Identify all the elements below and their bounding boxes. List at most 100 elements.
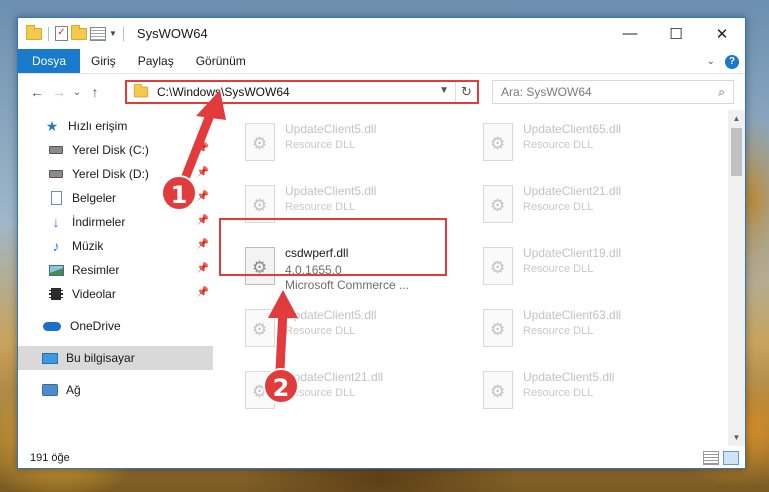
network-icon [42, 383, 58, 397]
expand-ribbon-chevron-icon[interactable]: ⌄ [707, 56, 715, 67]
help-icon[interactable]: ? [725, 54, 739, 69]
file-name: UpdateClient19.dll [523, 246, 622, 260]
tab-file[interactable]: Dosya [18, 49, 81, 73]
dll-file-icon [483, 247, 513, 285]
item-count: 191 öğe [30, 452, 70, 464]
sidebar-item-network[interactable]: Ağ [18, 378, 213, 402]
file-name: UpdateClient21.dll [285, 370, 384, 384]
properties-icon[interactable] [90, 26, 106, 41]
file-description: Resource DLL [285, 139, 356, 151]
toolbar-separator [122, 26, 124, 41]
sidebar-item-downloads[interactable]: ↓ İndirmeler 📌 [18, 210, 213, 234]
address-bar[interactable]: C:\Windows\SysWOW64 ▼ ↻ [125, 80, 479, 104]
status-bar: 191 öğe [18, 446, 745, 468]
folder-icon [26, 24, 42, 40]
search-input[interactable]: Ara: SysWOW64 ⌕ [492, 80, 734, 104]
sidebar-item-label: Ağ [66, 383, 81, 397]
view-toggle [703, 451, 739, 465]
dll-file-icon [483, 309, 513, 347]
toolbar-separator [48, 26, 49, 41]
ribbon-tabs: Dosya Giriş Paylaş Görünüm ⌄ ? [18, 49, 745, 74]
sidebar-item-label: Yerel Disk (C:) [72, 143, 149, 157]
tab-home[interactable]: Giriş [80, 49, 127, 73]
customize-toolbar-arrow-icon[interactable]: ▼ [109, 29, 117, 38]
pin-icon[interactable]: 📌 [197, 167, 209, 178]
sidebar-item-label: İndirmeler [72, 215, 126, 229]
file-name: UpdateClient5.dll [523, 370, 615, 384]
pin-icon[interactable]: 📌 [197, 143, 209, 154]
back-button[interactable]: ← [26, 84, 48, 100]
this-pc-icon [42, 351, 58, 365]
sidebar-item-videos[interactable]: Videolar 📌 [18, 282, 213, 306]
file-tile[interactable]: UpdateClient5.dll Resource DLL [235, 114, 459, 172]
recent-locations-button[interactable]: ⌄ [70, 87, 84, 98]
vertical-scrollbar[interactable]: ▲ ▼ [728, 110, 745, 446]
file-description: Resource DLL [285, 325, 356, 337]
file-description: Resource DLL [523, 139, 594, 151]
scrollbar-thumb[interactable] [731, 128, 742, 176]
file-tile[interactable]: UpdateClient5.dll Resource DLL [235, 300, 459, 358]
properties-check-icon[interactable]: ✓ [55, 26, 68, 41]
onedrive-icon [42, 319, 62, 333]
pin-icon[interactable]: 📌 [197, 263, 209, 274]
sidebar-item-onedrive[interactable]: OneDrive [18, 314, 213, 338]
sidebar-item-label: Bu bilgisayar [66, 351, 135, 365]
folder-icon [133, 83, 149, 98]
dll-file-icon [483, 123, 513, 161]
address-path[interactable]: C:\Windows\SysWOW64 [157, 85, 290, 99]
step-badge-1: 1 [161, 175, 197, 211]
ribbon-right-controls: ⌄ ? [707, 49, 739, 74]
sidebar-item-music[interactable]: ♪ Müzik 📌 [18, 234, 213, 258]
close-button[interactable]: ✕ [699, 18, 745, 49]
music-icon: ♪ [52, 238, 60, 254]
sidebar-item-label: Müzik [72, 239, 104, 253]
address-dropdown-icon[interactable]: ▼ [439, 85, 449, 96]
sidebar-item-this-pc[interactable]: Bu bilgisayar [18, 346, 213, 370]
window-title: SysWOW64 [136, 26, 208, 41]
pin-icon[interactable]: 📌 [197, 239, 209, 250]
sidebar-item-label: Resimler [72, 263, 120, 277]
minimize-button[interactable]: — [607, 18, 653, 49]
documents-icon [48, 191, 64, 205]
file-tile[interactable]: UpdateClient21.dll Resource DLL [473, 176, 697, 234]
window-controls: — ☐ ✕ [607, 18, 745, 49]
navigation-pane: ★ Hızlı erişim Yerel Disk (C:) 📌 Yerel D… [18, 110, 213, 446]
scroll-up-arrow-icon[interactable]: ▲ [728, 110, 745, 127]
tab-share[interactable]: Paylaş [127, 49, 185, 73]
tab-view[interactable]: Görünüm [185, 49, 257, 73]
file-description: Resource DLL [523, 263, 594, 275]
up-button[interactable]: ↑ [84, 84, 106, 100]
file-name: UpdateClient5.dll [285, 184, 377, 198]
file-company: Microsoft Commerce ... [285, 278, 410, 292]
forward-button[interactable]: → [48, 84, 70, 100]
file-description: Resource DLL [523, 201, 594, 213]
dll-file-icon [245, 123, 275, 161]
sidebar-item-quick-access[interactable]: ★ Hızlı erişim [18, 114, 213, 138]
downloads-icon: ↓ [52, 214, 60, 230]
file-tile[interactable]: UpdateClient65.dll Resource DLL [473, 114, 697, 172]
pin-icon[interactable]: 📌 [197, 215, 209, 226]
refresh-button[interactable]: ↻ [455, 82, 477, 102]
new-folder-icon[interactable] [71, 24, 87, 40]
dll-file-icon [483, 371, 513, 409]
pin-icon[interactable]: 📌 [197, 191, 209, 202]
search-icon[interactable]: ⌕ [718, 85, 725, 100]
file-description: Resource DLL [523, 325, 594, 337]
details-view-icon[interactable] [703, 451, 719, 465]
pin-icon[interactable]: 📌 [197, 287, 209, 298]
file-description: Resource DLL [285, 201, 356, 213]
file-tile[interactable]: UpdateClient5.dll Resource DLL [473, 362, 697, 420]
file-tile[interactable]: UpdateClient19.dll Resource DLL [473, 238, 697, 296]
sidebar-item-pictures[interactable]: Resimler 📌 [18, 258, 213, 282]
search-placeholder: Ara: SysWOW64 [501, 85, 592, 99]
file-name: UpdateClient63.dll [523, 308, 622, 322]
scroll-down-arrow-icon[interactable]: ▼ [728, 429, 745, 446]
navigation-bar: ← → ⌄ ↑ C:\Windows\SysWOW64 ▼ ↻ Ara: Sys… [18, 75, 745, 109]
file-tile[interactable]: UpdateClient63.dll Resource DLL [473, 300, 697, 358]
dll-file-icon [245, 309, 275, 347]
file-name: UpdateClient21.dll [523, 184, 622, 198]
pictures-icon [48, 263, 64, 277]
maximize-button[interactable]: ☐ [653, 18, 699, 49]
sidebar-item-local-disk-c[interactable]: Yerel Disk (C:) 📌 [18, 138, 213, 162]
large-icons-view-icon[interactable] [723, 451, 739, 465]
